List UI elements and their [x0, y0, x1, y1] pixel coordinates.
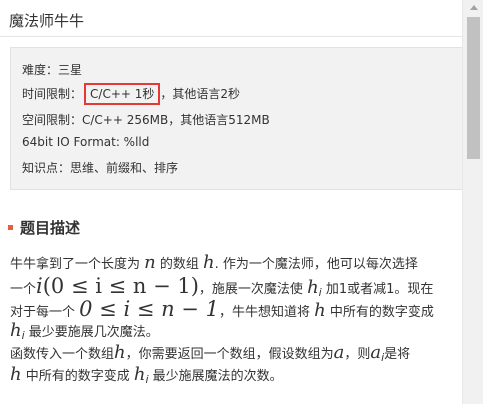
math-var: i — [36, 274, 43, 298]
text: 最少施展魔法的次数。 — [148, 369, 283, 384]
description-line-6: h 中所有的数字变成 hi 最少施展魔法的次数。 — [10, 364, 283, 391]
problem-page: 魔法师牛牛 难度：三星 时间限制： C/C++ 1秒 ，其他语言2秒 空间限制：C/… — [0, 0, 462, 404]
math-var: n — [144, 252, 156, 273]
text: ，则 — [344, 347, 371, 362]
text: 是将 — [384, 347, 411, 362]
section-marker — [8, 225, 13, 230]
math-var: a — [333, 342, 345, 363]
page-title: 魔法师牛牛 — [9, 12, 85, 30]
section-title: 题目描述 — [20, 219, 81, 237]
io-format-line: 64bit IO Format: %lld — [22, 135, 150, 149]
text: ，施展一次魔法使 — [198, 282, 308, 297]
math-var: a — [370, 342, 382, 363]
text: 的数组 — [155, 257, 203, 272]
text: ，你需要返回一个数组，假设数组为 — [125, 347, 334, 362]
math-var: h — [10, 320, 22, 341]
text: 对于每一个 — [10, 305, 80, 320]
math-var: h — [203, 252, 215, 273]
time-limit-line: 时间限制： C/C++ 1秒 ，其他语言2秒 — [22, 83, 240, 105]
text: 牛牛拿到了一个长度为 — [10, 257, 145, 272]
math-expression: 0 ≤ i ≤ n − 1 — [79, 297, 219, 321]
scrollbar-thumb[interactable] — [467, 17, 480, 159]
time-limit-label: 时间限制： — [22, 87, 83, 101]
vertical-scrollbar[interactable] — [462, 0, 483, 404]
difficulty-line: 难度：三星 — [22, 63, 83, 77]
description-line-1: 牛牛拿到了一个长度为 n 的数组 h. 作为一个魔法师，他可以每次选择 — [10, 252, 418, 276]
math-var: h — [114, 342, 126, 363]
math-var: h — [133, 364, 146, 385]
problem-info-box: 难度：三星 时间限制： C/C++ 1秒 ，其他语言2秒 空间限制：C/C++ 25… — [10, 47, 462, 190]
text: 中所有的数字变成 — [325, 305, 434, 320]
title-divider — [0, 36, 462, 37]
math-var: h — [314, 300, 326, 321]
text: 函数传入一个数组 — [10, 347, 115, 362]
time-limit-other: ，其他语言2秒 — [160, 87, 241, 101]
time-limit-cpp-highlight: C/C++ 1秒 — [84, 83, 161, 105]
math-var: h — [10, 364, 22, 385]
text: 中所有的数字变成 — [21, 369, 134, 384]
text: 最少要施展几次魔法。 — [24, 325, 159, 340]
math-var: h — [307, 277, 319, 298]
knowledge-line: 知识点：思维、前缀和、排序 — [22, 161, 179, 175]
text: ，牛牛想知道将 — [218, 305, 315, 320]
text: 一个 — [10, 282, 37, 297]
space-limit-line: 空间限制：C/C++ 256MB，其他语言512MB — [22, 113, 270, 127]
section-header: 题目描述 — [8, 217, 80, 238]
text: 加1或者减1。现在 — [321, 282, 434, 297]
text: . 作为一个魔法师，他可以每次选择 — [214, 257, 418, 272]
scroll-up-arrow-icon[interactable] — [470, 5, 478, 10]
math-expression: (0 ≤ i ≤ n − 1) — [42, 274, 199, 298]
